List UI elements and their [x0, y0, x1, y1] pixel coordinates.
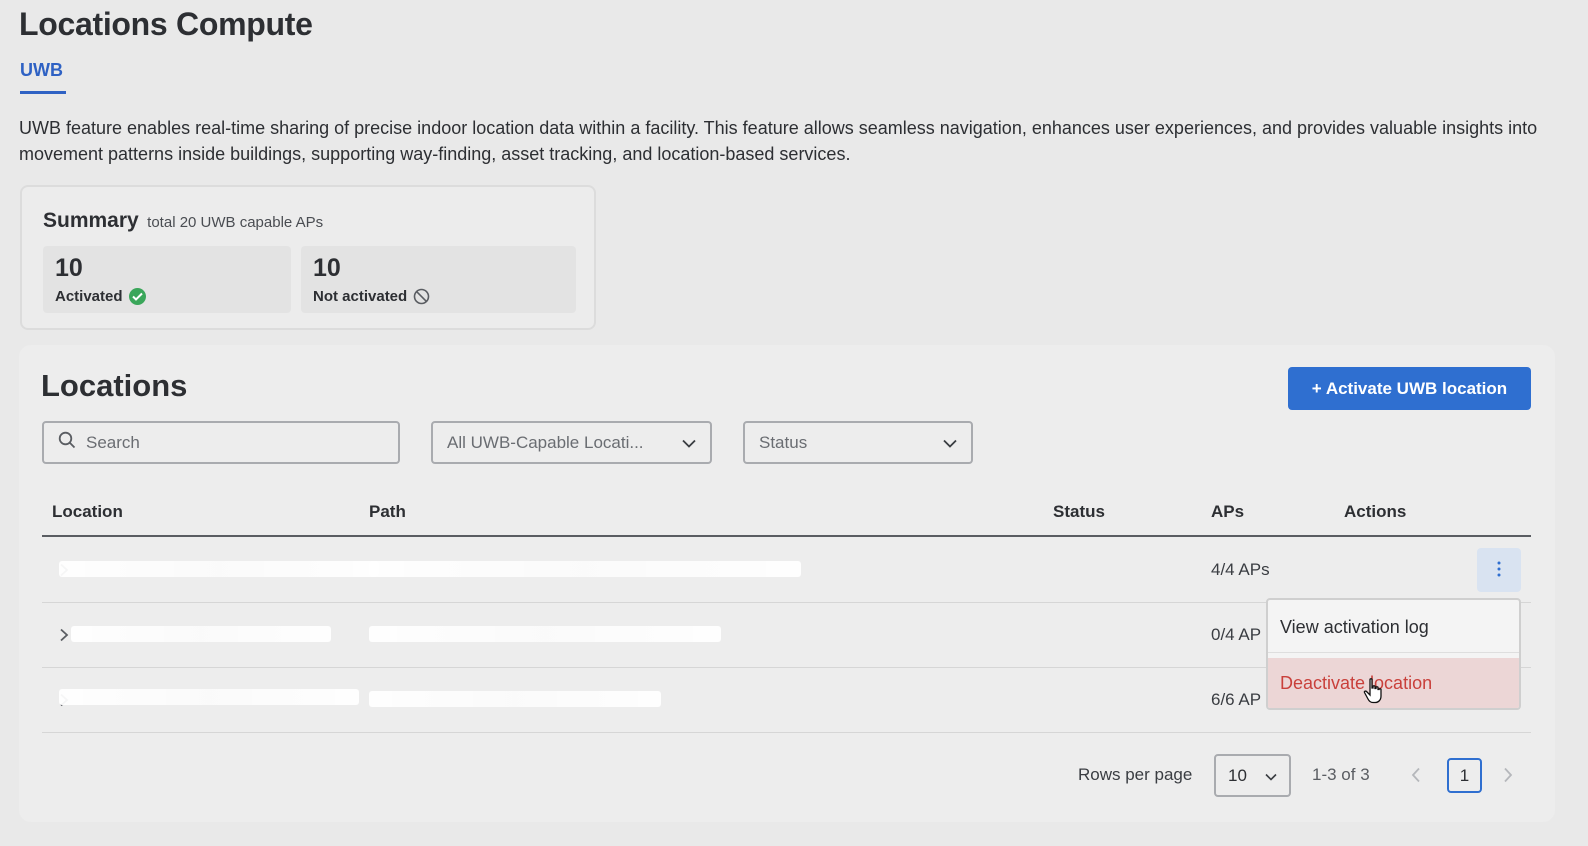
table-header-divider — [42, 535, 1531, 537]
hand-cursor-icon — [1363, 678, 1383, 709]
tab-uwb[interactable]: UWB — [20, 60, 66, 94]
check-circle-icon — [128, 288, 146, 305]
location-filter-value: All UWB-Capable Locati... — [447, 432, 644, 452]
chevron-down-icon — [682, 433, 696, 453]
activate-uwb-location-button[interactable]: + Activate UWB location — [1288, 367, 1531, 410]
row-actions-button[interactable] — [1477, 548, 1521, 592]
redacted-location-name — [71, 626, 331, 642]
column-header-aps[interactable]: APs — [1211, 502, 1244, 522]
summary-header: Summary total 20 UWB capable APs — [43, 209, 323, 233]
stat-activated: 10 Activated — [43, 246, 291, 313]
locations-title: Locations — [41, 368, 188, 403]
row-aps: 0/4 AP — [1211, 625, 1262, 644]
column-header-status[interactable]: Status — [1053, 502, 1105, 522]
column-header-location[interactable]: Location — [52, 502, 123, 522]
kebab-icon — [1497, 561, 1501, 580]
chevron-right-icon[interactable] — [59, 628, 69, 642]
status-filter-value: Status — [759, 432, 808, 452]
column-header-actions: Actions — [1344, 502, 1407, 521]
search-icon — [58, 431, 76, 454]
not-activated-count: 10 — [313, 254, 341, 282]
row-divider — [42, 732, 1531, 733]
not-activated-label-row: Not activated — [313, 288, 430, 305]
pagination-range: 1-3 of 3 — [1312, 765, 1370, 784]
row-actions-menu: View activation log Deactivate location — [1266, 598, 1521, 710]
page-title: Locations Compute — [19, 6, 313, 42]
redacted-location-name — [59, 689, 359, 705]
row-aps: 4/4 APs — [1211, 560, 1270, 579]
location-filter-select[interactable]: All UWB-Capable Locati... — [431, 421, 712, 464]
page-button-current[interactable]: 1 — [1447, 758, 1482, 793]
rows-per-page-select[interactable]: 10 — [1214, 754, 1291, 797]
activated-label-row: Activated — [55, 288, 146, 305]
stat-not-activated: 10 Not activated — [301, 246, 576, 313]
rows-per-page-value: 10 — [1228, 765, 1247, 785]
row-aps: 6/6 AP — [1211, 690, 1262, 709]
column-header-path[interactable]: Path — [369, 502, 406, 522]
search-box[interactable] — [42, 421, 400, 464]
menu-item-deactivate-location[interactable]: Deactivate location — [1268, 658, 1519, 708]
redacted-path — [369, 626, 721, 642]
summary-title: Summary — [43, 209, 139, 232]
rows-per-page-label: Rows per page — [1078, 765, 1193, 784]
search-input[interactable] — [86, 432, 386, 453]
locations-card: Locations + Activate UWB location All UW… — [19, 345, 1555, 822]
redacted-location-name — [59, 561, 379, 577]
not-activated-label: Not activated — [313, 288, 408, 305]
activated-count: 10 — [55, 254, 83, 282]
summary-card: Summary total 20 UWB capable APs 10 Acti… — [20, 185, 596, 330]
chevron-down-icon — [1265, 766, 1277, 786]
activated-label: Activated — [55, 288, 123, 305]
menu-item-view-activation-log[interactable]: View activation log — [1268, 602, 1519, 653]
page-description: UWB feature enables real-time sharing of… — [19, 118, 1538, 164]
redacted-path — [369, 691, 661, 707]
ban-icon — [413, 288, 430, 305]
chevron-right-icon[interactable] — [1503, 767, 1513, 788]
chevron-down-icon — [943, 433, 957, 453]
redacted-path — [369, 561, 801, 577]
chevron-left-icon[interactable] — [1411, 767, 1421, 788]
summary-subtitle: total 20 UWB capable APs — [147, 214, 324, 231]
status-filter-select[interactable]: Status — [743, 421, 973, 464]
